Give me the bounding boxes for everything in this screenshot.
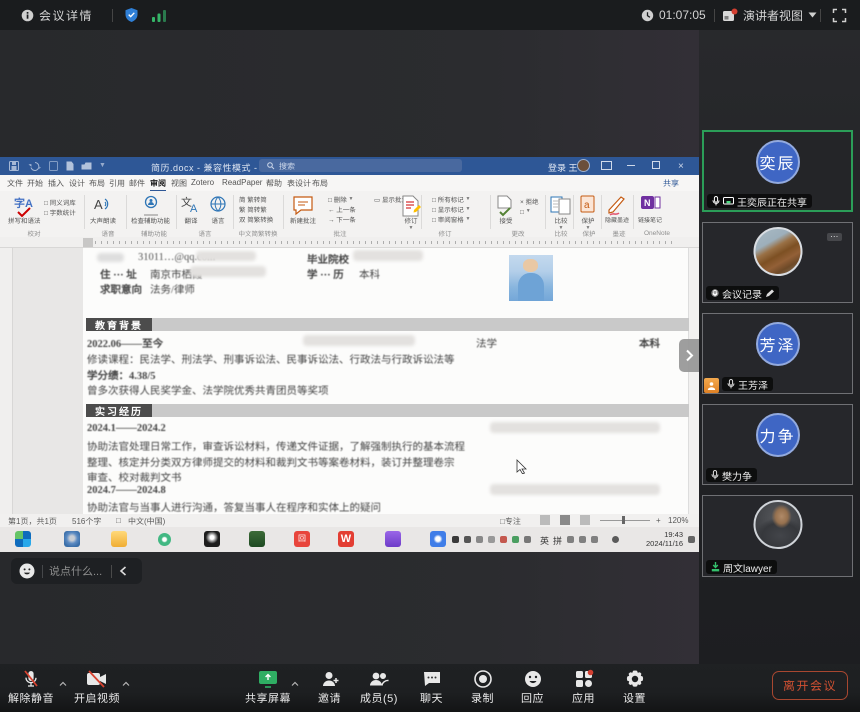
svg-text:字A: 字A [14, 197, 33, 210]
svg-text:a: a [584, 200, 590, 211]
svg-text:N: N [644, 198, 651, 208]
svg-text:A: A [190, 203, 198, 215]
svg-text:A: A [94, 197, 103, 212]
